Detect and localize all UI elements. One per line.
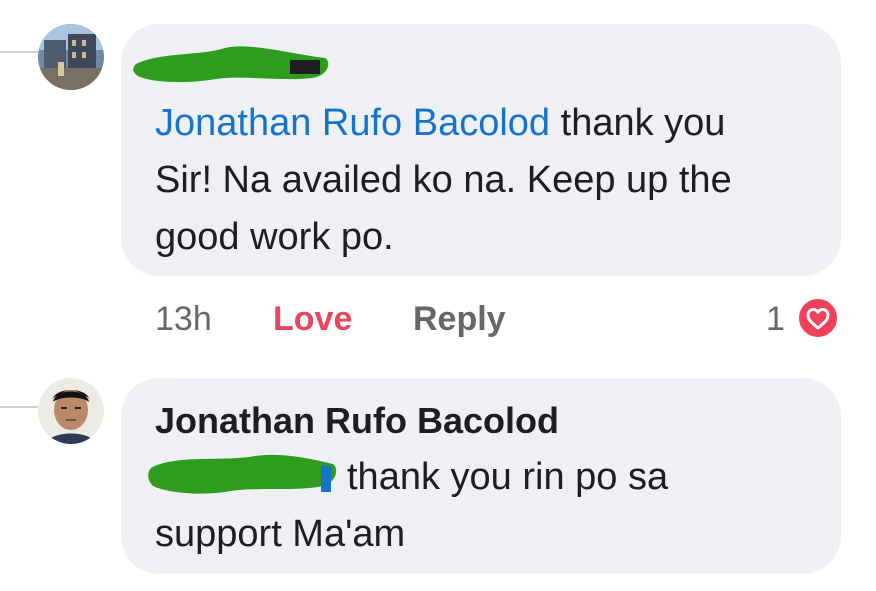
mention-link[interactable]: Jonathan Rufo Bacolod <box>155 102 550 144</box>
comment-2-line-1: thank you rin po sa <box>347 456 669 498</box>
comment-1-line-1: Jonathan Rufo Bacolod thank you <box>155 95 725 152</box>
comment-2-line-2: support Ma'am <box>155 513 406 555</box>
love-button[interactable]: Love <box>273 300 352 339</box>
comment-1-text: thank you <box>550 102 726 144</box>
thread-line <box>0 406 38 408</box>
thread-line <box>0 51 38 53</box>
comment-2-author[interactable]: Jonathan Rufo Bacolod <box>155 400 559 442</box>
avatar-commenter-2[interactable] <box>38 378 104 444</box>
redacted-mention <box>148 454 337 494</box>
reaction-count[interactable]: 1 <box>766 300 785 339</box>
redacted-author-name <box>133 46 329 83</box>
timestamp[interactable]: 13h <box>155 300 212 339</box>
comment-1-line-2: Sir! Na availed ko na. Keep up the <box>155 159 732 201</box>
comment-1-line-3: good work po. <box>155 216 394 258</box>
avatar-commenter-1[interactable] <box>38 24 104 90</box>
comment-thread: Jonathan Rufo Bacolod thank you Sir! Na … <box>0 0 876 591</box>
reply-button[interactable]: Reply <box>413 300 506 339</box>
heart-icon[interactable] <box>796 296 840 340</box>
